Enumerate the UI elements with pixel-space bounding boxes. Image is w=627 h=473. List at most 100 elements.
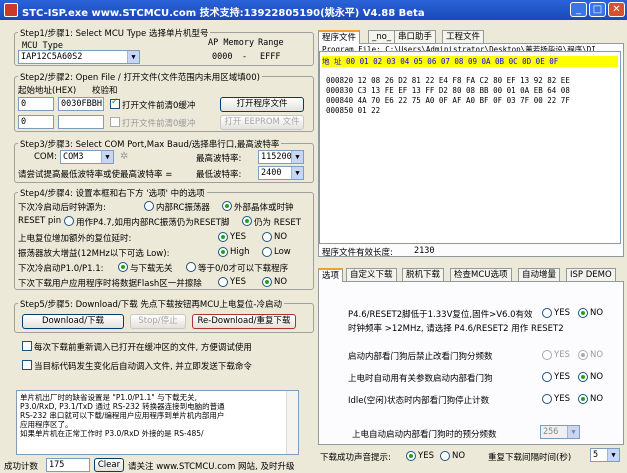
wdt-idle-no-label: NO: [590, 394, 604, 404]
erase-no-label: NO: [274, 277, 288, 287]
start-address-input[interactable]: 0: [18, 97, 54, 111]
osc-internal-radio[interactable]: [144, 201, 154, 211]
osc-external-radio[interactable]: [222, 201, 232, 211]
stop-button[interactable]: Stop/停止: [130, 314, 186, 329]
powerup-no-radio[interactable]: [262, 232, 272, 242]
info-line: RS-232 串口就可以下载/编程用户应用程序到单片机内部用户: [20, 411, 225, 420]
gain-high-radio[interactable]: [218, 247, 228, 257]
clear-buffer-eeprom-checkbox[interactable]: [110, 117, 120, 127]
wdt-prescale-label: 上电自动启动内部看门狗时的预分频数: [352, 430, 497, 440]
erase-yes-radio[interactable]: [218, 277, 228, 287]
max-baud-select[interactable]: 115200 ▼: [258, 150, 304, 164]
window-title: STC-ISP.exe www.STCMCU.com 技术支持:13922805…: [22, 8, 425, 19]
range-label: Range: [258, 38, 284, 48]
p10-zero-label: 等于0/0才可以下载程序: [198, 264, 289, 274]
success-count-field: 175: [46, 458, 90, 472]
wdt-lock-no-label: NO: [590, 350, 604, 360]
hex-row: 000820 12 08 26 D2 81 22 E4 F8 FA C2 80 …: [326, 76, 570, 85]
min-baud-select[interactable]: 2400 ▼: [258, 166, 304, 180]
hex-header: 地 址 00 01 02 03 04 05 06 07 08 09 0A 0B …: [322, 56, 618, 67]
chevron-down-icon: ▼: [127, 51, 139, 63]
wdt-autostart-no-radio[interactable]: [578, 372, 588, 382]
auto-load-checkbox[interactable]: [22, 360, 32, 370]
success-sound-no-radio[interactable]: [440, 451, 450, 461]
redownload-button[interactable]: Re-Download/重复下载: [192, 314, 296, 329]
com-port-select[interactable]: COM3 ▼: [60, 150, 114, 164]
status-bar: 成功计数 175 Clear 请关注 www.STCMCU.com 网站, 及时…: [0, 457, 315, 473]
tab-serial-helper[interactable]: 串口助手: [394, 30, 437, 44]
tab-isp-demo[interactable]: ISP DEMO: [566, 268, 616, 282]
max-baud-label: 最高波特率:: [196, 154, 242, 164]
min-baud-label: 最低波特率:: [196, 170, 242, 180]
reset2-option-label: P4.6/RESET2脚低于1.33V复位,固件>V6.0有效: [348, 310, 533, 320]
chevron-down-icon: ▼: [291, 167, 303, 179]
minimize-button[interactable]: _: [570, 2, 587, 17]
wdt-autostart-yes-label: YES: [554, 372, 570, 382]
wdt-idle-no-radio[interactable]: [578, 394, 588, 404]
reset-p47-label: 用作P4.7,如用内部RC振荡仍为RESET脚: [76, 218, 230, 228]
gain-low-radio[interactable]: [262, 247, 272, 257]
open-eeprom-file-button[interactable]: 打开 EEPROM 文件: [220, 115, 304, 130]
hex-row: 000840 4A 70 E6 22 75 A0 0F AF A0 BF 0F …: [326, 96, 570, 105]
wdt-autostart-label: 上电时自动用有关参数启动内部看门狗: [348, 374, 493, 384]
com-label: COM:: [34, 152, 57, 162]
reset-reset-radio[interactable]: [242, 216, 252, 226]
gain-high-label: High: [230, 247, 250, 257]
tab-program-file[interactable]: 程序文件: [318, 30, 361, 44]
p10-zero-radio[interactable]: [186, 262, 196, 272]
clear-count-button[interactable]: Clear: [94, 458, 124, 472]
tab-check-mcu[interactable]: 检查MCU选项: [450, 268, 512, 282]
top-tabs: 程序文件 _no_ 串口助手 工程文件: [318, 30, 624, 44]
clear-buffer-checkbox[interactable]: [110, 97, 120, 109]
osc-gain-label: 振荡器放大增益(12MHz以下可选 Low):: [18, 249, 170, 259]
auto-load-label: 当目标代码发生变化后自动调入文件, 并立即发送下载命令: [34, 362, 252, 372]
start-address-label: 起始地址(HEX): [18, 86, 77, 96]
wdt-idle-yes-radio[interactable]: [542, 394, 552, 404]
tab-offline-download[interactable]: 脱机下载: [402, 268, 445, 282]
tab-no[interactable]: _no_: [368, 30, 396, 44]
erase-no-radio[interactable]: [262, 277, 272, 287]
reset-p47-radio[interactable]: [64, 216, 74, 226]
checksum-label: 校验和: [92, 86, 118, 96]
info-scrollbar[interactable]: [286, 391, 298, 454]
tab-custom-download[interactable]: 自定义下载: [346, 268, 397, 282]
info-line: 应用程序区了。: [20, 420, 73, 429]
mcu-type-select[interactable]: IAP12C5A60S2 ▼: [18, 50, 140, 64]
download-button[interactable]: Download/下载: [22, 314, 124, 329]
tab-auto-increment[interactable]: 自动增量: [518, 268, 561, 282]
wdt-lock-no-radio[interactable]: [578, 350, 588, 360]
wdt-autostart-yes-radio[interactable]: [542, 372, 552, 382]
retry-interval-select[interactable]: 5 ▼: [590, 448, 620, 462]
info-line: 如果单片机在正常工作时 P3.0/RxD 外接的是 RS-485/: [20, 429, 204, 438]
open-program-file-button[interactable]: 打开程序文件: [220, 97, 304, 112]
reload-before-download-checkbox[interactable]: [22, 341, 32, 351]
chevron-down-icon: ▼: [101, 151, 113, 163]
reset2-note: 时钟频率 >12MHz, 请选择 P4.6/RESET2 用作 RESET2: [348, 324, 564, 334]
erase-flash-label: 下次下载用户应用程序时将数据Flash区一并擦除: [18, 279, 202, 289]
close-button[interactable]: ✕: [608, 2, 625, 17]
maximize-button[interactable]: □: [589, 2, 606, 17]
tab-options[interactable]: 选项: [318, 268, 344, 282]
reload-before-download-label: 每次下载前重新调入已打开在缓冲区的文件, 方便调试使用: [34, 343, 252, 353]
info-line: P3.0/RxD, P3.1/TxD 通过 RS-232 转换器连接到电脑的普通: [20, 402, 225, 411]
eeprom-start-address-input[interactable]: 0: [18, 115, 54, 129]
success-sound-yes-radio[interactable]: [406, 451, 416, 461]
reset-pin-label: RESET pin: [18, 216, 62, 226]
wdt-prescale-select[interactable]: 256 ▼: [540, 425, 580, 439]
wdt-idle-yes-label: YES: [554, 394, 570, 404]
hex-viewer[interactable]: 地 址 00 01 02 03 04 05 06 07 08 09 0A 0B …: [319, 51, 621, 244]
info-line: 单片机出厂时的缺省设置是 "P1.0/P1.1" 与下载无关,: [20, 393, 197, 402]
info-text-box[interactable]: 单片机出厂时的缺省设置是 "P1.0/P1.1" 与下载无关, P3.0/RxD…: [16, 390, 299, 455]
hex-row: 000830 C3 13 FE EF 13 FF D2 80 08 BB 00 …: [326, 86, 570, 95]
checksum-field: 0030FBBH: [58, 97, 104, 111]
wdt-lock-yes-radio[interactable]: [542, 350, 552, 360]
tab-project-file[interactable]: 工程文件: [442, 30, 485, 44]
osc-source-label: 下次冷启动后时钟源为:: [18, 203, 106, 213]
reset2-no-radio[interactable]: [578, 308, 588, 318]
clear-buffer-label: 打开文件前清0缓冲: [122, 101, 196, 111]
options-panel: [318, 281, 624, 445]
powerup-yes-radio[interactable]: [218, 232, 228, 242]
p10-unrelated-radio[interactable]: [118, 262, 128, 272]
reset2-yes-radio[interactable]: [542, 308, 552, 318]
success-sound-no-label: NO: [452, 451, 466, 461]
